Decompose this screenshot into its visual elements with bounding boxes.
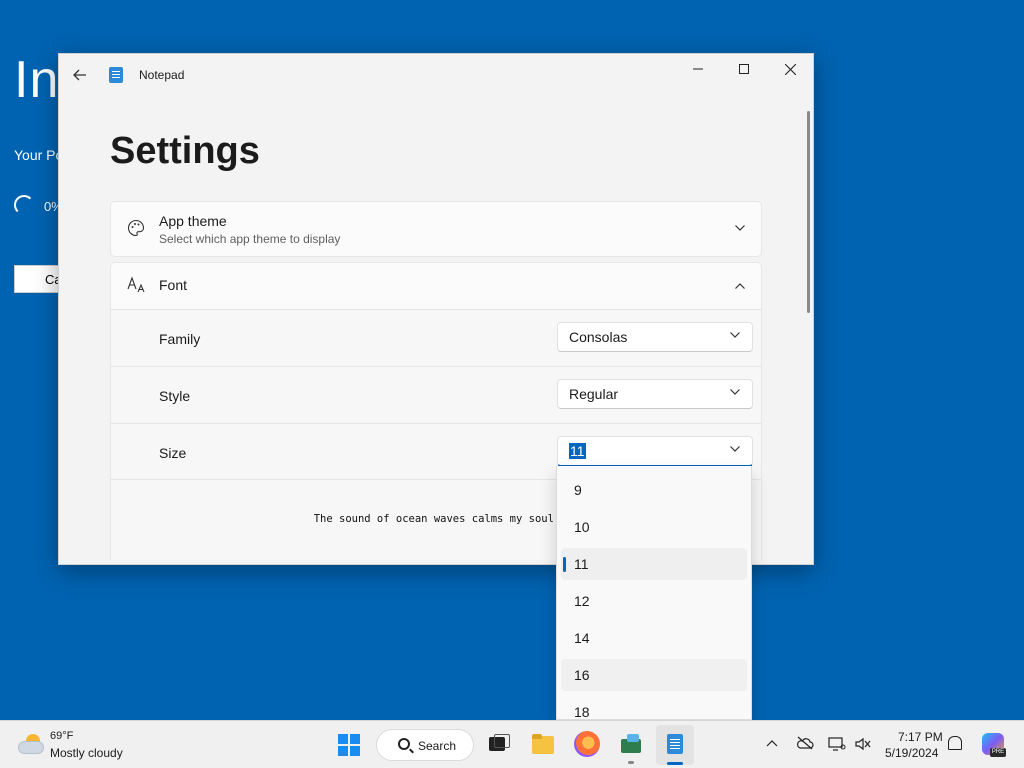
- active-app-indicator: [667, 762, 683, 765]
- title-bar: Notepad: [59, 54, 813, 96]
- size-option-selected[interactable]: 11: [561, 548, 747, 580]
- size-option[interactable]: 10: [561, 511, 747, 543]
- clock-time[interactable]: 7:17 PM: [898, 730, 943, 744]
- notification-bell-icon[interactable]: [948, 736, 962, 750]
- close-button[interactable]: [767, 54, 813, 84]
- style-value: Regular: [569, 386, 619, 402]
- font-size-combobox[interactable]: 11: [557, 436, 753, 467]
- size-option-label: 12: [574, 593, 590, 609]
- app-title: Notepad: [139, 68, 185, 82]
- minimize-button[interactable]: [675, 54, 721, 84]
- show-hidden-icons-button[interactable]: [766, 735, 778, 750]
- file-explorer-icon[interactable]: [530, 731, 556, 757]
- size-option[interactable]: 14: [561, 622, 747, 654]
- firefox-icon[interactable]: [574, 731, 600, 757]
- installer-subtitle: Your Pc: [14, 147, 63, 163]
- spinner-icon: [14, 195, 34, 215]
- window-controls: [675, 54, 813, 84]
- running-indicator: [628, 761, 634, 764]
- size-option-label: 10: [574, 519, 590, 535]
- notepad-app-icon: [109, 67, 123, 83]
- size-option-label: 14: [574, 630, 590, 646]
- palette-icon: [127, 219, 145, 242]
- maximize-icon: [739, 64, 749, 74]
- network-display-icon[interactable]: [828, 736, 846, 752]
- family-label: Family: [159, 331, 201, 347]
- app-theme-card[interactable]: App theme Select which app theme to disp…: [110, 201, 762, 257]
- chevron-down-icon: [730, 444, 740, 455]
- task-view-icon[interactable]: [486, 731, 512, 757]
- close-icon: [784, 63, 796, 75]
- font-icon: [127, 276, 147, 299]
- chevron-down-icon: [730, 387, 740, 398]
- font-family-row: Family Consolas: [110, 310, 762, 367]
- font-style-combobox[interactable]: Regular: [557, 379, 753, 409]
- onedrive-offline-icon[interactable]: [796, 736, 814, 752]
- back-button[interactable]: [63, 60, 97, 90]
- back-arrow-icon: [73, 69, 86, 81]
- taskbar: 69°F Mostly cloudy Search 7:17 PM 5/19/2…: [0, 720, 1024, 768]
- page-title: Settings: [110, 130, 260, 172]
- size-value[interactable]: 11: [569, 443, 586, 459]
- weather-condition[interactable]: Mostly cloudy: [50, 746, 123, 760]
- chevron-down-icon: [735, 222, 745, 234]
- size-option-label: 18: [574, 704, 590, 720]
- volume-muted-icon[interactable]: [854, 736, 871, 752]
- size-option[interactable]: 9: [561, 474, 747, 506]
- font-title: Font: [159, 277, 188, 293]
- weather-temperature[interactable]: 69°F: [50, 730, 73, 742]
- family-value: Consolas: [569, 329, 628, 345]
- maximize-button[interactable]: [721, 54, 767, 84]
- app-theme-description: Select which app theme to display: [159, 232, 341, 246]
- taskbar-search[interactable]: Search: [376, 729, 474, 761]
- chevron-up-icon: [735, 280, 745, 292]
- size-option-label: 11: [574, 556, 589, 572]
- chevron-down-icon: [730, 330, 740, 341]
- weather-cloud-icon[interactable]: [18, 733, 44, 755]
- size-dropdown-list: 9 10 11 12 14 16 18: [556, 466, 752, 720]
- notepad-taskbar-icon[interactable]: [662, 731, 688, 757]
- font-style-row: Style Regular: [110, 367, 762, 424]
- size-option[interactable]: 18: [561, 696, 747, 720]
- size-option-label: 9: [574, 482, 582, 498]
- style-label: Style: [159, 388, 191, 404]
- app-theme-title: App theme: [159, 213, 227, 229]
- start-button[interactable]: [338, 734, 360, 756]
- clock-date[interactable]: 5/19/2024: [885, 746, 938, 760]
- font-family-combobox[interactable]: Consolas: [557, 322, 753, 352]
- windows-logo-icon: [338, 734, 348, 744]
- preview-badge: PRE: [990, 748, 1006, 757]
- app-tool-icon[interactable]: [618, 731, 644, 757]
- search-label: Search: [418, 739, 457, 753]
- size-label: Size: [159, 445, 187, 461]
- size-option[interactable]: 12: [561, 585, 747, 617]
- size-option-hovered[interactable]: 16: [561, 659, 747, 691]
- size-option-label: 16: [574, 667, 590, 683]
- minimize-icon: [693, 68, 703, 70]
- font-card[interactable]: Font: [110, 262, 762, 310]
- search-icon: [398, 738, 410, 750]
- scrollbar-thumb[interactable]: [807, 111, 810, 313]
